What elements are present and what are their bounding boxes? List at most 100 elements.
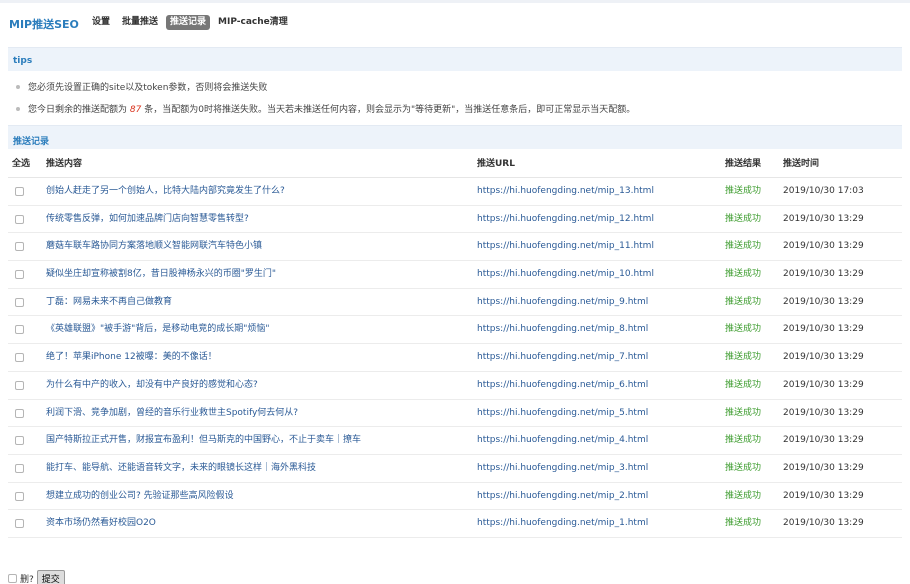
delete-label: 删? bbox=[20, 575, 34, 584]
row-result: 推送成功 bbox=[725, 490, 762, 501]
tab-mip-cache-clean[interactable]: MIP-cache清理 bbox=[214, 15, 292, 30]
row-checkbox[interactable] bbox=[15, 242, 24, 252]
table-row: 绝了！苹果iPhone 12被曝：美的不像话！ https://hi.huofen… bbox=[8, 344, 902, 372]
table-row: 能打车、能导航、还能语音转文字，未来的眼镜长这样｜海外黑科技 https://hi… bbox=[8, 455, 902, 483]
table-row: 传统零售反弹，如何加速品牌门店向智慧零售转型? https://hi.huofen… bbox=[8, 206, 902, 234]
row-result: 推送成功 bbox=[725, 241, 762, 252]
row-url-link[interactable]: https://hi.huofengding.net/mip_9.html bbox=[477, 289, 648, 316]
row-url-link[interactable]: https://hi.huofengding.net/mip_8.html bbox=[477, 316, 648, 343]
row-url-link[interactable]: https://hi.huofengding.net/mip_13.html bbox=[477, 178, 654, 205]
row-result: 推送成功 bbox=[725, 379, 762, 390]
row-checkbox[interactable] bbox=[15, 187, 24, 196]
row-result: 推送成功 bbox=[725, 407, 762, 418]
row-time: 2019/10/30 13:29 bbox=[783, 379, 864, 390]
row-url-link[interactable]: https://hi.huofengding.net/mip_5.html bbox=[477, 400, 648, 427]
row-url-link[interactable]: https://hi.huofengding.net/mip_11.html bbox=[477, 233, 654, 260]
bullet-icon bbox=[16, 84, 20, 89]
row-content-link[interactable]: 《英雄联盟》"被手游"背后，是移动电竞的成长期"烦恼" bbox=[46, 316, 270, 343]
row-checkbox[interactable] bbox=[15, 408, 24, 418]
table-row: 蘑菇车联车路协同方案落地顺义智能网联汽车特色小镇 https://hi.huofe… bbox=[8, 233, 902, 262]
row-time: 2019/10/30 17:03 bbox=[783, 186, 864, 196]
row-time: 2019/10/30 13:29 bbox=[783, 241, 864, 252]
row-checkbox[interactable] bbox=[15, 270, 24, 280]
table-row: 创始人赶走了另一个创始人，比特大陆内部究竟发生了什么? https://hi.hu… bbox=[8, 178, 902, 206]
row-result: 推送成功 bbox=[725, 213, 762, 224]
row-checkbox[interactable] bbox=[15, 491, 24, 501]
row-content-link[interactable]: 蘑菇车联车路协同方案落地顺义智能网联汽车特色小镇 bbox=[46, 233, 262, 260]
top-bar: MIP推送SEO 设置 批量推送 推送记录 MIP-cache清理 bbox=[0, 0, 910, 40]
row-time: 2019/10/30 13:29 bbox=[783, 213, 864, 224]
bullet-icon bbox=[16, 106, 20, 111]
row-checkbox[interactable] bbox=[15, 380, 24, 390]
table-header: 全选 推送内容 推送URL 推送结果 推送时间 bbox=[8, 151, 902, 178]
row-checkbox[interactable] bbox=[15, 214, 24, 224]
nav-tabs: 设置 批量推送 推送记录 MIP-cache清理 bbox=[88, 15, 292, 30]
tip-text: 您必须先设置正确的site以及token参数，否则将会推送失败 bbox=[28, 83, 268, 93]
row-url-link[interactable]: https://hi.huofengding.net/mip_7.html bbox=[477, 344, 648, 371]
records-heading: 推送记录 bbox=[8, 125, 902, 149]
row-content-link[interactable]: 想建立成功的创业公司? 先验证那些高风险假设 bbox=[46, 483, 234, 510]
table-row: 丁磊：网易未来不再自己做教育 https://hi.huofengding.net… bbox=[8, 289, 902, 317]
row-url-link[interactable]: https://hi.huofengding.net/mip_2.html bbox=[477, 483, 648, 510]
tip-text: 您今日剩余的推送配额为 bbox=[28, 105, 128, 115]
row-time: 2019/10/30 13:29 bbox=[783, 407, 864, 418]
row-content-link[interactable]: 国产特斯拉正式开售，财报宣布盈利！但马斯克的中国野心，不止于卖车｜撩车 bbox=[46, 427, 361, 454]
row-checkbox[interactable] bbox=[15, 463, 24, 473]
tab-push-records[interactable]: 推送记录 bbox=[166, 15, 211, 30]
tab-settings[interactable]: 设置 bbox=[88, 15, 114, 30]
row-time: 2019/10/30 13:29 bbox=[783, 518, 864, 529]
row-content-link[interactable]: 资本市场仍然看好校园O2O bbox=[46, 510, 156, 537]
row-checkbox[interactable] bbox=[15, 297, 24, 307]
row-content-link[interactable]: 传统零售反弹，如何加速品牌门店向智慧零售转型? bbox=[46, 206, 249, 233]
row-url-link[interactable]: https://hi.huofengding.net/mip_6.html bbox=[477, 372, 648, 399]
select-all-label[interactable]: 全选 bbox=[12, 151, 30, 178]
tips-heading: tips bbox=[8, 47, 902, 71]
tip-item: 您今日剩余的推送配额为 87 条，当配额为0时将推送失败。当天若未推送任何内容，… bbox=[16, 102, 635, 115]
submit-button[interactable]: 提交 bbox=[36, 570, 65, 584]
row-content-link[interactable]: 创始人赶走了另一个创始人，比特大陆内部究竟发生了什么? bbox=[46, 178, 285, 205]
row-url-link[interactable]: https://hi.huofengding.net/mip_10.html bbox=[477, 261, 654, 288]
row-content-link[interactable]: 为什么有中产的收入，却没有中产良好的感觉和心态? bbox=[46, 372, 258, 399]
col-header-result: 推送结果 bbox=[725, 159, 762, 169]
col-header-time: 推送时间 bbox=[783, 159, 820, 169]
row-result: 推送成功 bbox=[725, 352, 762, 363]
quota-count: 87 bbox=[129, 105, 142, 115]
row-result: 推送成功 bbox=[725, 462, 762, 473]
row-content-link[interactable]: 绝了！苹果iPhone 12被曝：美的不像话！ bbox=[46, 344, 217, 371]
row-checkbox[interactable] bbox=[15, 436, 24, 446]
footer-actions: 删? 提交 bbox=[8, 570, 65, 584]
row-result: 推送成功 bbox=[725, 296, 762, 307]
table-row: 国产特斯拉正式开售，财报宣布盈利！但马斯克的中国野心，不止于卖车｜撩车 https… bbox=[8, 427, 902, 455]
row-content-link[interactable]: 利润下滑、竞争加剧，曾经的音乐行业救世主Spotify何去何从? bbox=[46, 400, 298, 427]
tip-item: 您必须先设置正确的site以及token参数，否则将会推送失败 bbox=[16, 80, 267, 93]
row-time: 2019/10/30 13:29 bbox=[783, 296, 864, 307]
table-row: 利润下滑、竞争加剧，曾经的音乐行业救世主Spotify何去何从? https://… bbox=[8, 400, 902, 428]
row-content-link[interactable]: 能打车、能导航、还能语音转文字，未来的眼镜长这样｜海外黑科技 bbox=[46, 455, 316, 482]
tab-batch-push[interactable]: 批量推送 bbox=[118, 15, 162, 30]
row-checkbox[interactable] bbox=[15, 353, 24, 363]
row-result: 推送成功 bbox=[725, 186, 762, 196]
row-checkbox[interactable] bbox=[15, 519, 24, 529]
row-content-link[interactable]: 丁磊：网易未来不再自己做教育 bbox=[46, 289, 172, 316]
row-checkbox[interactable] bbox=[15, 325, 24, 335]
row-time: 2019/10/30 13:29 bbox=[783, 269, 864, 280]
row-time: 2019/10/30 13:29 bbox=[783, 352, 864, 363]
row-time: 2019/10/30 13:29 bbox=[783, 324, 864, 335]
row-result: 推送成功 bbox=[725, 324, 762, 335]
col-header-url: 推送URL bbox=[477, 159, 515, 169]
row-url-link[interactable]: https://hi.huofengding.net/mip_3.html bbox=[477, 455, 648, 482]
row-url-link[interactable]: https://hi.huofengding.net/mip_1.html bbox=[477, 510, 648, 537]
row-time: 2019/10/30 13:29 bbox=[783, 462, 864, 473]
row-content-link[interactable]: 疑似坐庄却宣称被割8亿，昔日股神杨永兴的币圈"罗生门" bbox=[46, 261, 276, 288]
tip-text: 条，当配额为0时将推送失败。当天若未推送任何内容，则会显示为"等待更新"，当推送… bbox=[144, 105, 636, 115]
table-row: 资本市场仍然看好校园O2O https://hi.huofengding.net/… bbox=[8, 510, 902, 538]
row-time: 2019/10/30 13:29 bbox=[783, 490, 864, 501]
col-header-content: 推送内容 bbox=[46, 159, 83, 169]
row-result: 推送成功 bbox=[725, 269, 762, 280]
row-time: 2019/10/30 13:29 bbox=[783, 435, 864, 446]
records-table: 全选 推送内容 推送URL 推送结果 推送时间 创始人赶走了另一个创始人，比特大… bbox=[8, 151, 902, 538]
row-url-link[interactable]: https://hi.huofengding.net/mip_4.html bbox=[477, 427, 648, 454]
delete-checkbox[interactable] bbox=[8, 574, 17, 583]
row-url-link[interactable]: https://hi.huofengding.net/mip_12.html bbox=[477, 206, 654, 233]
app-title[interactable]: MIP推送SEO bbox=[9, 16, 79, 32]
